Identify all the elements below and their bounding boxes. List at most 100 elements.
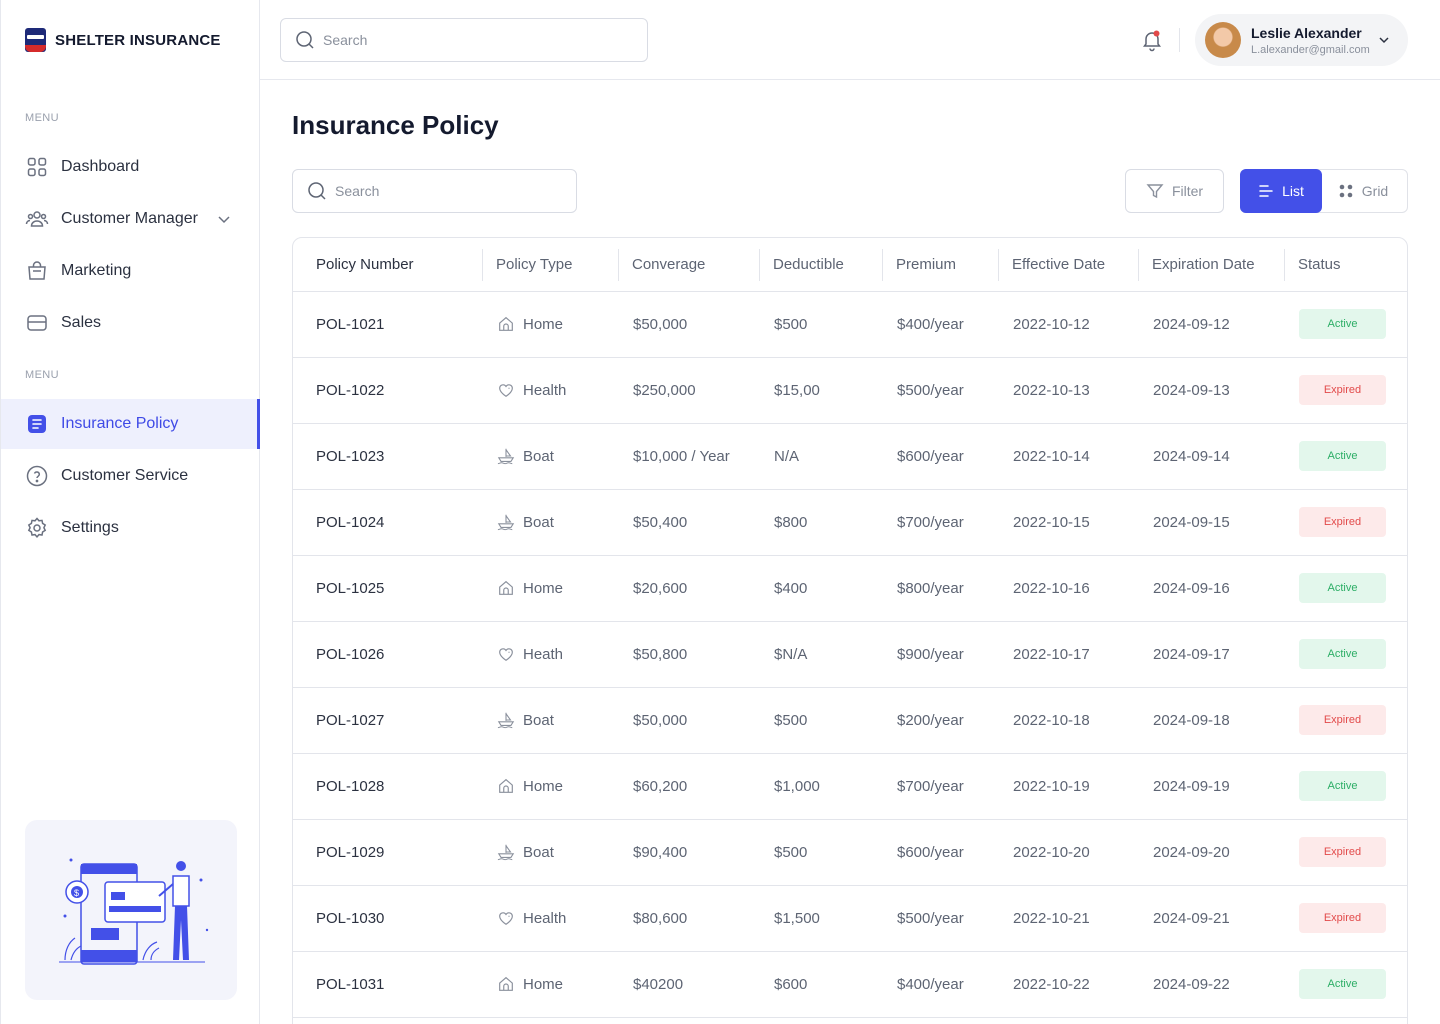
table-row[interactable]: POL-1028 Home $60,200 $1,000 $700/year 2022-1… <box>293 753 1407 820</box>
status-cell: Expired <box>1284 489 1407 556</box>
list-view-label: List <box>1282 183 1304 199</box>
deductible-cell: $N/A <box>759 621 882 688</box>
global-search-input[interactable] <box>323 32 623 48</box>
home-icon <box>499 976 513 991</box>
column-header[interactable]: Deductible <box>759 238 882 292</box>
policy-number-cell: POL-1028 <box>293 753 482 820</box>
column-header[interactable]: Effective Date <box>998 238 1138 292</box>
policy-table: Policy Number Policy Type Converage Dedu… <box>292 237 1408 1024</box>
grid-view-button[interactable]: Grid <box>1322 169 1404 213</box>
user-profile-menu[interactable]: Leslie Alexander L.alexander@gmail.com <box>1195 14 1408 66</box>
table-row[interactable]: POL-1022 Health $250,000 $15,00 $500/year 202… <box>293 357 1407 424</box>
table-row[interactable]: POL-1026 Heath $50,800 $N/A $900/year 2022-10… <box>293 621 1407 688</box>
sidebar: SHELTER INSURANCE MENU Dashboard Custome… <box>0 0 260 1024</box>
policy-search[interactable] <box>292 169 577 213</box>
status-cell: Active <box>1284 621 1407 688</box>
global-search[interactable] <box>280 18 648 62</box>
notification-bell-icon[interactable] <box>1140 28 1164 52</box>
heart-icon <box>499 648 513 661</box>
effective-date-cell: 2022-10-18 <box>998 687 1138 754</box>
table-row[interactable]: POL-1029 Boat $90,400 $500 $600/year 2022-10-… <box>293 819 1407 886</box>
boat-icon <box>497 448 515 465</box>
payment-illustration: $ <box>59 858 209 965</box>
filter-button[interactable]: Filter <box>1125 169 1224 213</box>
status-cell: Active <box>1284 291 1407 358</box>
deductible-cell: $500 <box>759 291 882 358</box>
premium-cell: $500/year <box>882 357 998 424</box>
list-view-button[interactable]: List <box>1240 169 1322 213</box>
policy-search-input[interactable] <box>335 183 555 199</box>
filter-label: Filter <box>1171 183 1204 199</box>
effective-date-cell: 2022-10-15 <box>998 489 1138 556</box>
column-header[interactable]: Premium <box>882 238 998 292</box>
menu-section-label: MENU <box>25 369 59 381</box>
premium-cell: $400/year <box>882 291 998 358</box>
chevron-down-icon[interactable] <box>216 211 232 227</box>
filter-icon <box>1146 184 1164 199</box>
sidebar-item-customer-manager[interactable]: Customer Manager <box>1 194 260 244</box>
policy-type-cell: Boat <box>482 423 618 490</box>
policy-type-label: Home <box>523 975 564 993</box>
effective-date-cell: 2022-10-22 <box>998 951 1138 1018</box>
expiration-date-cell: 2024-09-19 <box>1138 753 1284 820</box>
card-icon <box>27 315 47 331</box>
sidebar-item-customer-service[interactable]: Customer Service <box>1 451 260 501</box>
sidebar-item-marketing[interactable]: Marketing <box>1 246 260 296</box>
premium-cell: $600/year <box>882 423 998 490</box>
table-row[interactable]: POL-1023 Boat $10,000 / Year N/A $600/year 20… <box>293 423 1407 490</box>
policy-type-cell: Boat <box>482 687 618 754</box>
sidebar-item-sales[interactable]: Sales <box>1 298 260 348</box>
sidebar-item-label: Settings <box>61 519 119 536</box>
coverage-cell: $20,600 <box>618 555 759 622</box>
sidebar-item-label: Marketing <box>61 262 132 279</box>
policy-type-label: Boat <box>523 447 554 465</box>
policy-type-cell: Health <box>482 357 618 424</box>
boat-icon <box>497 712 515 729</box>
effective-date-cell: 2022-10-16 <box>998 555 1138 622</box>
policy-type-label: Boat <box>523 513 554 531</box>
table-row[interactable]: POL-1027 Boat $50,000 $500 $200/year 2022-10-… <box>293 687 1407 754</box>
policy-number-cell: POL-1030 <box>293 885 482 952</box>
column-header[interactable]: Converage <box>618 238 759 292</box>
brand-logo <box>25 28 46 52</box>
policy-number-cell: POL-1023 <box>293 423 482 490</box>
table-row[interactable]: POL-1031 Home $40200 $600 $400/year 2022-10-2… <box>293 951 1407 1018</box>
heart-icon <box>499 912 513 925</box>
column-header[interactable]: Policy Number <box>293 238 482 292</box>
sidebar-item-insurance-policy[interactable]: Insurance Policy <box>1 399 260 449</box>
table-row[interactable]: POL-1021 Home $50,000 $500 $400/year 2022-10-… <box>293 291 1407 358</box>
policy-type-cell: Health <box>482 885 618 952</box>
boat-icon <box>497 514 515 531</box>
expiration-date-cell: 2024-09-13 <box>1138 357 1284 424</box>
status-cell: Active <box>1284 753 1407 820</box>
table-row[interactable]: POL-1025 Home $20,600 $400 $800/year 2022-10-… <box>293 555 1407 622</box>
sidebar-item-settings[interactable]: Settings <box>1 503 260 553</box>
effective-date-cell: 2022-10-12 <box>998 291 1138 358</box>
expiration-date-cell: 2024-09-14 <box>1138 423 1284 490</box>
table-row[interactable]: POL-1030 Health $80,600 $1,500 $500/year 2022… <box>293 885 1407 952</box>
sidebar-item-dashboard[interactable]: Dashboard <box>1 142 260 192</box>
brand-name: SHELTER INSURANCE <box>55 31 221 49</box>
gear-icon <box>27 517 47 539</box>
chevron-down-icon[interactable] <box>1376 32 1392 48</box>
policy-type-label: Home <box>523 315 564 333</box>
status-badge: Active <box>1299 309 1386 339</box>
coverage-cell: $50,400 <box>618 489 759 556</box>
table-body: POL-1021 Home $50,000 $500 $400/year 2022-10-… <box>293 291 1407 1018</box>
coverage-cell: $60,200 <box>618 753 759 820</box>
coverage-cell: $80,600 <box>618 885 759 952</box>
deductible-cell: N/A <box>759 423 882 490</box>
question-circle-icon <box>26 465 48 487</box>
status-badge: Active <box>1299 771 1386 801</box>
policy-type-cell: Heath <box>482 621 618 688</box>
brand[interactable]: SHELTER INSURANCE <box>25 28 221 52</box>
table-row[interactable]: POL-1024 Boat $50,400 $800 $700/year 2022-10-… <box>293 489 1407 556</box>
policy-type-label: Home <box>523 777 564 795</box>
column-header[interactable]: Expiration Date <box>1138 238 1284 292</box>
boat-icon <box>497 844 515 861</box>
column-header[interactable]: Status <box>1284 238 1407 292</box>
policy-number-cell: POL-1027 <box>293 687 482 754</box>
column-header[interactable]: Policy Type <box>482 238 618 292</box>
status-cell: Active <box>1284 555 1407 622</box>
shopping-bag-icon <box>28 261 46 280</box>
